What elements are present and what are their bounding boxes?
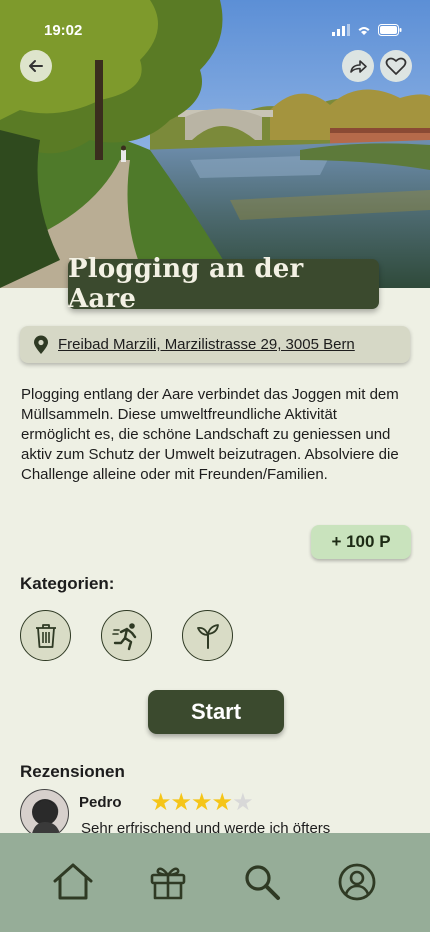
star-icon: ★ (150, 789, 171, 816)
home-icon (53, 863, 93, 899)
page-title: Plogging an der Aare (68, 254, 304, 314)
address-link[interactable]: Freibad Marzili, Marzilistrasse 29, 3005… (20, 326, 410, 363)
review-text: Sehr erfrischend und werde ich öfters (81, 820, 331, 833)
location-pin-icon (34, 335, 48, 354)
title-card: Plogging an der Aare (68, 254, 379, 314)
share-icon (350, 60, 367, 73)
nav-rewards[interactable] (146, 860, 190, 904)
bottom-nav (0, 833, 430, 932)
start-button[interactable]: Start (148, 690, 284, 734)
hero-image (0, 0, 430, 288)
reviews-label: Rezensionen (20, 762, 125, 781)
star-empty-icon: ★ (232, 789, 253, 816)
status-time: 19:02 (44, 22, 83, 39)
wifi-icon (358, 27, 370, 35)
running-icon (111, 622, 136, 650)
search-icon (245, 864, 281, 900)
categories-label: Kategorien: (20, 574, 115, 593)
description-text: Plogging entlang der Aare verbindet das … (21, 386, 399, 483)
signal-icon (332, 24, 350, 36)
star-icon: ★ (211, 789, 233, 816)
category-running[interactable] (101, 610, 152, 661)
review-author: Pedro (79, 794, 122, 811)
profile-icon (338, 863, 376, 900)
review-item: Pedro ★★★★★ Sehr erfrischend und werde i… (20, 789, 410, 833)
battery-icon (378, 24, 402, 36)
category-plant[interactable] (182, 610, 233, 661)
nav-search[interactable] (240, 860, 284, 904)
points-badge: + 100 P (311, 525, 411, 559)
plant-icon (196, 623, 219, 649)
star-icon: ★ (191, 789, 212, 816)
status-icons (332, 24, 402, 36)
gift-icon (150, 867, 186, 899)
categories-list (20, 610, 233, 661)
arrow-left-icon (29, 60, 43, 72)
star-icon: ★ (170, 789, 192, 816)
trash-icon (35, 623, 56, 648)
heart-icon (385, 57, 407, 75)
nav-home[interactable] (51, 860, 95, 904)
nav-profile[interactable] (335, 860, 379, 904)
category-trash[interactable] (20, 610, 71, 661)
back-button[interactable] (20, 50, 52, 82)
river-landscape-photo (0, 0, 430, 288)
share-button[interactable] (342, 50, 374, 82)
address-text: Freibad Marzili, Marzilistrasse 29, 3005… (58, 336, 355, 353)
reviewer-photo (32, 799, 60, 833)
review-rating: ★★★★★ (150, 789, 254, 817)
favorite-button[interactable] (380, 50, 412, 82)
status-bar: 19:02 (0, 18, 430, 42)
avatar (20, 789, 69, 833)
